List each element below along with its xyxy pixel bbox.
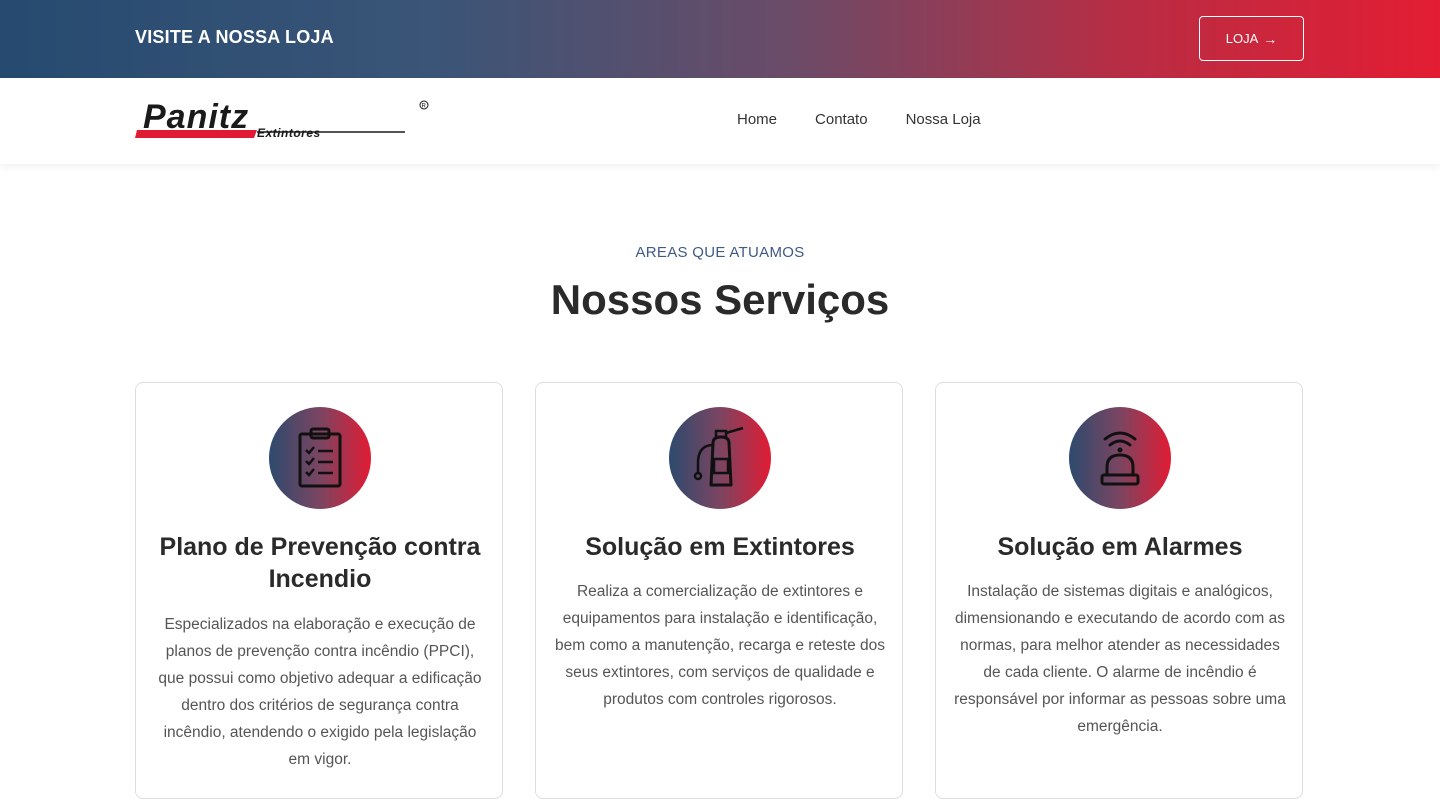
svg-text:R: R <box>422 104 427 110</box>
service-description: Realiza a comercialização de extintores … <box>555 583 885 708</box>
service-description: Especializados na elaboração e execução … <box>158 616 482 768</box>
site-header: Panitz Extintores R Home Contato Nossa L… <box>0 78 1440 164</box>
logo-graphic: Panitz Extintores R <box>135 98 429 140</box>
shop-button[interactable]: LOJA → <box>1199 16 1304 61</box>
promo-text: VISITE A NOSSA LOJA <box>135 27 334 47</box>
service-card-alarmes: Solução em Alarmes Instalação de sistema… <box>935 382 1303 799</box>
service-title: Solução em Alarmes <box>997 533 1243 561</box>
top-promo-bar: VISITE A NOSSA LOJA LOJA → <box>0 0 1440 78</box>
fire-extinguisher-icon <box>693 426 744 487</box>
service-title: Solução em Extintores <box>585 533 855 561</box>
arrow-right-icon: → <box>1263 30 1278 47</box>
svg-text:Extintores: Extintores <box>257 126 321 140</box>
checklist-clipboard-icon <box>298 427 342 488</box>
nav-nossa-loja[interactable]: Nossa Loja <box>906 111 981 128</box>
nav-home[interactable]: Home <box>737 111 777 128</box>
svg-text:Panitz: Panitz <box>143 99 249 136</box>
alarm-siren-icon <box>1100 431 1140 486</box>
shop-button-label: LOJA <box>1225 31 1259 46</box>
panitz-logo[interactable]: Panitz Extintores R <box>135 98 435 143</box>
service-title: Plano de Prevenção contra Incendio <box>159 533 481 593</box>
main-nav: Home Contato Nossa Loja <box>737 111 981 128</box>
service-card-ppci: Plano de Prevenção contra Incendio Espec… <box>135 382 503 799</box>
service-description: Instalação de sistemas digitais e analóg… <box>954 583 1286 735</box>
section-title: Nossos Serviços <box>550 276 890 323</box>
section-eyebrow: AREAS QUE ATUAMOS <box>635 244 805 261</box>
service-card-extintores: Solução em Extintores Realiza a comercia… <box>535 382 903 799</box>
service-icon-badge <box>669 407 771 509</box>
service-icon-badge <box>1069 407 1171 509</box>
service-icon-badge <box>269 407 371 509</box>
nav-contato[interactable]: Contato <box>815 111 868 128</box>
